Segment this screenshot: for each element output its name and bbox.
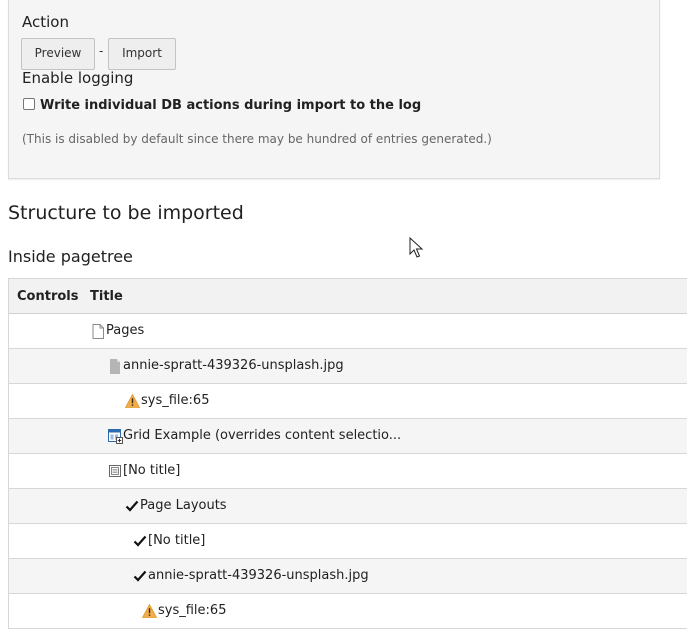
row-title: [No title]	[148, 533, 206, 548]
warning-icon	[141, 603, 158, 618]
table-row: annie-spratt-439326-unsplash.jpg	[9, 349, 687, 384]
table-row: Pages	[9, 314, 687, 349]
row-title: Grid Example (overrides content selectio…	[123, 428, 402, 443]
checkmark-icon	[125, 499, 139, 513]
file-icon	[108, 358, 122, 374]
row-title-cell: Grid Example (overrides content selectio…	[108, 428, 402, 444]
table-row: sys_file:65	[9, 594, 687, 629]
structure-heading: Structure to be imported	[8, 202, 244, 224]
import-button[interactable]: Import	[108, 38, 176, 70]
row-title-cell: annie-spratt-439326-unsplash.jpg	[108, 358, 344, 374]
action-label: Action	[22, 13, 69, 31]
row-title-cell: annie-spratt-439326-unsplash.jpg	[133, 568, 369, 583]
row-title: annie-spratt-439326-unsplash.jpg	[148, 568, 369, 583]
table-row: [No title]	[9, 524, 687, 559]
table-row: annie-spratt-439326-unsplash.jpg	[9, 559, 687, 594]
row-title: [No title]	[123, 463, 181, 478]
table-row: Grid Example (overrides content selectio…	[9, 419, 687, 454]
mouse-cursor-icon	[409, 237, 423, 258]
preview-button[interactable]: Preview	[21, 38, 95, 70]
row-title-cell: sys_file:65	[141, 603, 227, 618]
row-title-cell: Page Layouts	[125, 498, 227, 513]
button-separator: -	[99, 44, 104, 58]
grid-content-icon	[108, 428, 123, 444]
row-title-cell: [No title]	[133, 533, 205, 548]
content-element-icon	[108, 464, 122, 478]
table-row: [No title]	[9, 454, 687, 489]
page-icon	[91, 323, 105, 339]
log-db-actions-checkbox[interactable]	[23, 98, 35, 110]
row-title-cell: [No title]	[108, 463, 180, 478]
log-db-actions-label[interactable]: Write individual DB actions during impor…	[40, 98, 421, 113]
row-title-cell: Pages	[91, 323, 145, 339]
table-row: sys_file:65	[9, 384, 687, 419]
enable-logging-label: Enable logging	[22, 69, 134, 87]
import-structure-table: Controls Title Pages annie-spratt-439326…	[8, 278, 687, 629]
row-title: annie-spratt-439326-unsplash.jpg	[123, 358, 344, 373]
table-header: Controls Title	[9, 279, 687, 314]
column-header-title: Title	[90, 289, 123, 304]
row-title: sys_file:65	[158, 603, 227, 618]
row-title: sys_file:65	[141, 393, 210, 408]
pagetree-subheading: Inside pagetree	[8, 247, 133, 266]
column-header-controls: Controls	[17, 289, 79, 304]
checkmark-icon	[133, 534, 147, 548]
import-settings-panel: Action Preview - Import Enable logging W…	[8, 0, 660, 179]
table-row: Page Layouts	[9, 489, 687, 524]
row-title: Page Layouts	[140, 498, 227, 513]
logging-hint: (This is disabled by default since there…	[22, 132, 492, 146]
row-title-cell: sys_file:65	[124, 393, 210, 408]
checkmark-icon	[133, 569, 147, 583]
row-title: Pages	[106, 323, 145, 338]
warning-icon	[124, 393, 141, 408]
